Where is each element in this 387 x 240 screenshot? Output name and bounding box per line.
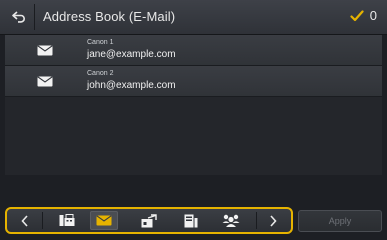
email-type-button[interactable]: [90, 211, 118, 230]
file-server-button[interactable]: [177, 211, 205, 230]
file-server-icon: [184, 214, 198, 227]
fax-icon: [59, 214, 75, 226]
chevron-left-icon: [21, 214, 28, 227]
fax-button[interactable]: [53, 211, 81, 230]
scroll-left-button[interactable]: [11, 211, 39, 230]
entry-name: Canon 2: [87, 70, 114, 77]
selected-count-value: 0: [369, 8, 377, 23]
list-item[interactable]: Canon 2 john@example.com: [5, 66, 382, 97]
toolbar-divider: [42, 212, 43, 229]
shared-folder-icon: [141, 213, 157, 227]
group-button[interactable]: [217, 211, 245, 230]
address-type-toolbar: [5, 207, 293, 234]
email-icon: [37, 45, 53, 56]
back-arrow-icon: [12, 11, 25, 23]
group-icon: [222, 214, 240, 227]
screen: Address Book (E-Mail) 0 Canon 1 jane@exa…: [0, 0, 387, 240]
apply-button[interactable]: Apply: [298, 210, 382, 232]
back-button[interactable]: [4, 4, 35, 30]
address-list[interactable]: Canon 1 jane@example.com Canon 2 john@ex…: [5, 35, 382, 175]
scroll-right-button[interactable]: [259, 211, 287, 230]
email-icon: [96, 215, 112, 226]
entry-name: Canon 1: [87, 39, 114, 46]
shared-folder-button[interactable]: [135, 211, 163, 230]
header-bar: Address Book (E-Mail) 0: [0, 0, 387, 35]
toolbar-divider: [256, 212, 257, 229]
email-icon: [37, 76, 53, 87]
checkmark-icon: [350, 9, 364, 21]
list-item[interactable]: Canon 1 jane@example.com: [5, 35, 382, 66]
entry-email: john@example.com: [87, 80, 176, 91]
entry-email: jane@example.com: [87, 49, 176, 60]
chevron-right-icon: [270, 214, 277, 227]
selected-count: 0: [350, 8, 377, 23]
page-title: Address Book (E-Mail): [43, 9, 176, 24]
